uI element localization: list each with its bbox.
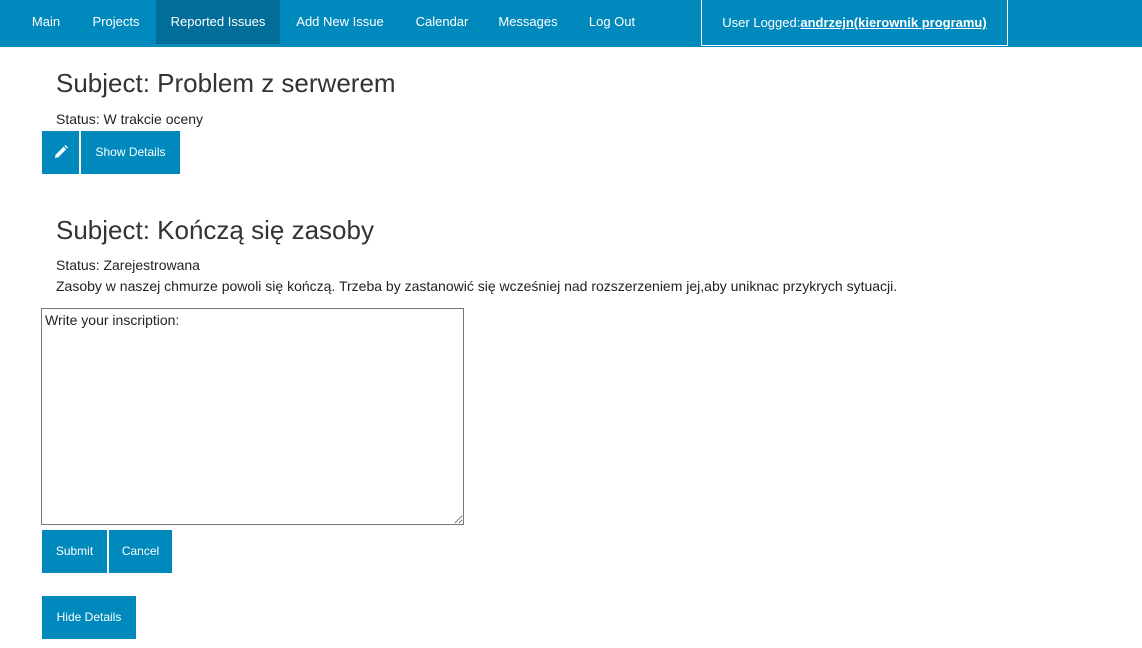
issue-subject: Subject: Problem z serwerem [56, 68, 396, 98]
issue-status: Status: Zarejestrowana [56, 257, 200, 273]
nav-reported-issues[interactable]: Reported Issues [156, 0, 280, 44]
inscription-textarea[interactable] [41, 308, 464, 525]
nav-projects[interactable]: Projects [76, 0, 156, 44]
cancel-button[interactable]: Cancel [109, 530, 172, 573]
user-name-link[interactable]: andrzejn(kierownik programu) [800, 15, 986, 30]
edit-button[interactable] [42, 131, 79, 174]
nav-main[interactable]: Main [16, 0, 76, 44]
issue-description: Zasoby w naszej chmurze powoli się kończ… [56, 278, 898, 294]
nav-calendar[interactable]: Calendar [400, 0, 484, 44]
nav-log-out[interactable]: Log Out [572, 0, 652, 44]
submit-button[interactable]: Submit [42, 530, 107, 573]
show-details-button[interactable]: Show Details [81, 131, 180, 174]
top-navbar: Main Projects Reported Issues Add New Is… [0, 0, 1142, 47]
user-logged-box: User Logged:andrzejn(kierownik programu) [701, 0, 1008, 46]
issue-status: Status: W trakcie oceny [56, 111, 204, 127]
user-logged-label: User Logged: [722, 15, 801, 30]
nav-add-new-issue[interactable]: Add New Issue [280, 0, 400, 44]
pencil-icon [55, 145, 68, 158]
hide-details-button[interactable]: Hide Details [42, 596, 136, 639]
nav-messages[interactable]: Messages [484, 0, 572, 44]
issue-subject: Subject: Kończą się zasoby [56, 215, 374, 245]
